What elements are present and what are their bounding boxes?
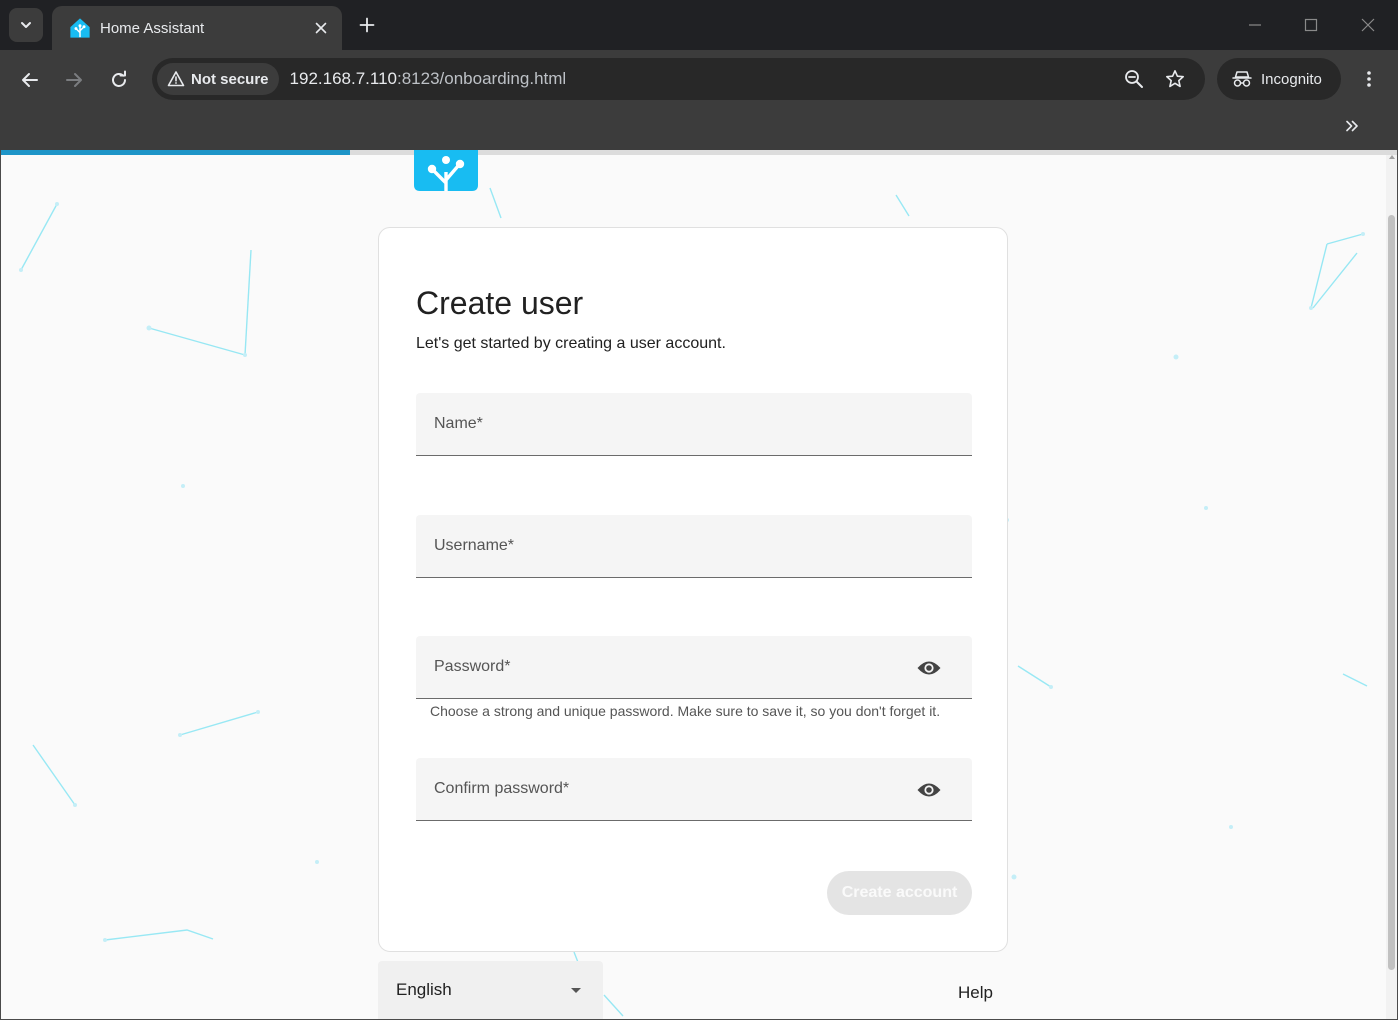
minimize-icon: [1249, 24, 1261, 26]
incognito-icon: [1232, 71, 1252, 87]
page-title: Create user: [416, 285, 584, 321]
password-helper-text: Choose a strong and unique password. Mak…: [430, 703, 941, 719]
scrollbar-thumb[interactable]: [1388, 215, 1395, 970]
bookmarks-overflow-button[interactable]: [1338, 112, 1366, 140]
tab-close-button[interactable]: [310, 17, 332, 39]
confirm-password-field[interactable]: Confirm password*: [416, 758, 972, 821]
star-icon: [1166, 70, 1184, 88]
home-assistant-favicon-icon: [70, 18, 90, 38]
create-account-button[interactable]: Create account: [827, 871, 972, 915]
url-text[interactable]: 192.168.7.110:8123/onboarding.html: [290, 69, 1118, 89]
username-input[interactable]: [416, 515, 972, 577]
close-icon: [315, 22, 327, 34]
maximize-button[interactable]: [1296, 10, 1326, 40]
url-host: 192.168.7.110: [289, 69, 397, 88]
home-assistant-logo-icon: [414, 150, 478, 191]
confirm-password-input[interactable]: [416, 758, 972, 820]
eye-icon: [917, 661, 941, 675]
arrow-left-icon: [22, 73, 38, 87]
chevron-down-icon: [21, 22, 31, 28]
browser-toolbar: Not secure 192.168.7.110:8123/onboarding…: [0, 50, 1398, 150]
reload-button[interactable]: [103, 64, 135, 96]
page-scrollbar[interactable]: [1386, 155, 1397, 1019]
security-chip[interactable]: Not secure: [157, 63, 279, 95]
dropdown-arrow-icon: [571, 987, 581, 993]
tab-title: Home Assistant: [100, 19, 205, 37]
reload-icon: [112, 70, 126, 87]
new-tab-button[interactable]: [352, 10, 382, 40]
browser-titlebar: Home Assistant: [0, 0, 1398, 50]
window-close-button[interactable]: [1353, 10, 1383, 40]
help-link[interactable]: Help: [958, 983, 993, 1003]
page-subtitle: Let's get started by creating a user acc…: [416, 335, 726, 352]
plus-icon: [359, 17, 375, 33]
more-vertical-icon: [1367, 71, 1371, 87]
language-select[interactable]: English: [378, 961, 603, 1019]
language-select-value: English: [396, 980, 452, 999]
security-label: Not secure: [191, 70, 269, 88]
name-field[interactable]: Name*: [416, 393, 972, 456]
url-path: :8123/onboarding.html: [397, 69, 567, 88]
username-field[interactable]: Username*: [416, 515, 972, 578]
incognito-chip[interactable]: Incognito: [1217, 58, 1341, 100]
close-icon: [1361, 18, 1375, 32]
bookmark-button[interactable]: [1159, 63, 1191, 95]
page-viewport: Create user Let's get started by creatin…: [1, 150, 1397, 1019]
page-load-progress-fill: [1, 150, 350, 155]
scroll-up-arrow-icon[interactable]: [1389, 155, 1395, 159]
double-chevron-right-icon: [1346, 120, 1358, 132]
show-confirm-password-toggle[interactable]: [916, 777, 942, 803]
eye-icon: [917, 783, 941, 797]
password-field[interactable]: Password*: [416, 636, 972, 699]
browser-tab[interactable]: Home Assistant: [52, 6, 342, 50]
zoom-button[interactable]: [1118, 63, 1150, 95]
forward-button[interactable]: [58, 64, 90, 96]
password-input[interactable]: [416, 636, 972, 698]
page-load-progress: [1, 150, 1397, 155]
name-input[interactable]: [416, 393, 972, 455]
zoom-out-icon: [1125, 70, 1143, 88]
address-bar[interactable]: Not secure 192.168.7.110:8123/onboarding…: [152, 58, 1205, 100]
show-password-toggle[interactable]: [916, 655, 942, 681]
tab-search-button[interactable]: [9, 8, 43, 42]
warning-triangle-icon: [167, 71, 185, 87]
browser-menu-button[interactable]: [1354, 64, 1384, 94]
minimize-button[interactable]: [1240, 10, 1270, 40]
create-user-card: Create user Let's get started by creatin…: [378, 227, 1008, 952]
maximize-icon: [1304, 18, 1318, 32]
arrow-right-icon: [66, 73, 82, 87]
back-button[interactable]: [14, 64, 46, 96]
incognito-label: Incognito: [1261, 70, 1322, 88]
